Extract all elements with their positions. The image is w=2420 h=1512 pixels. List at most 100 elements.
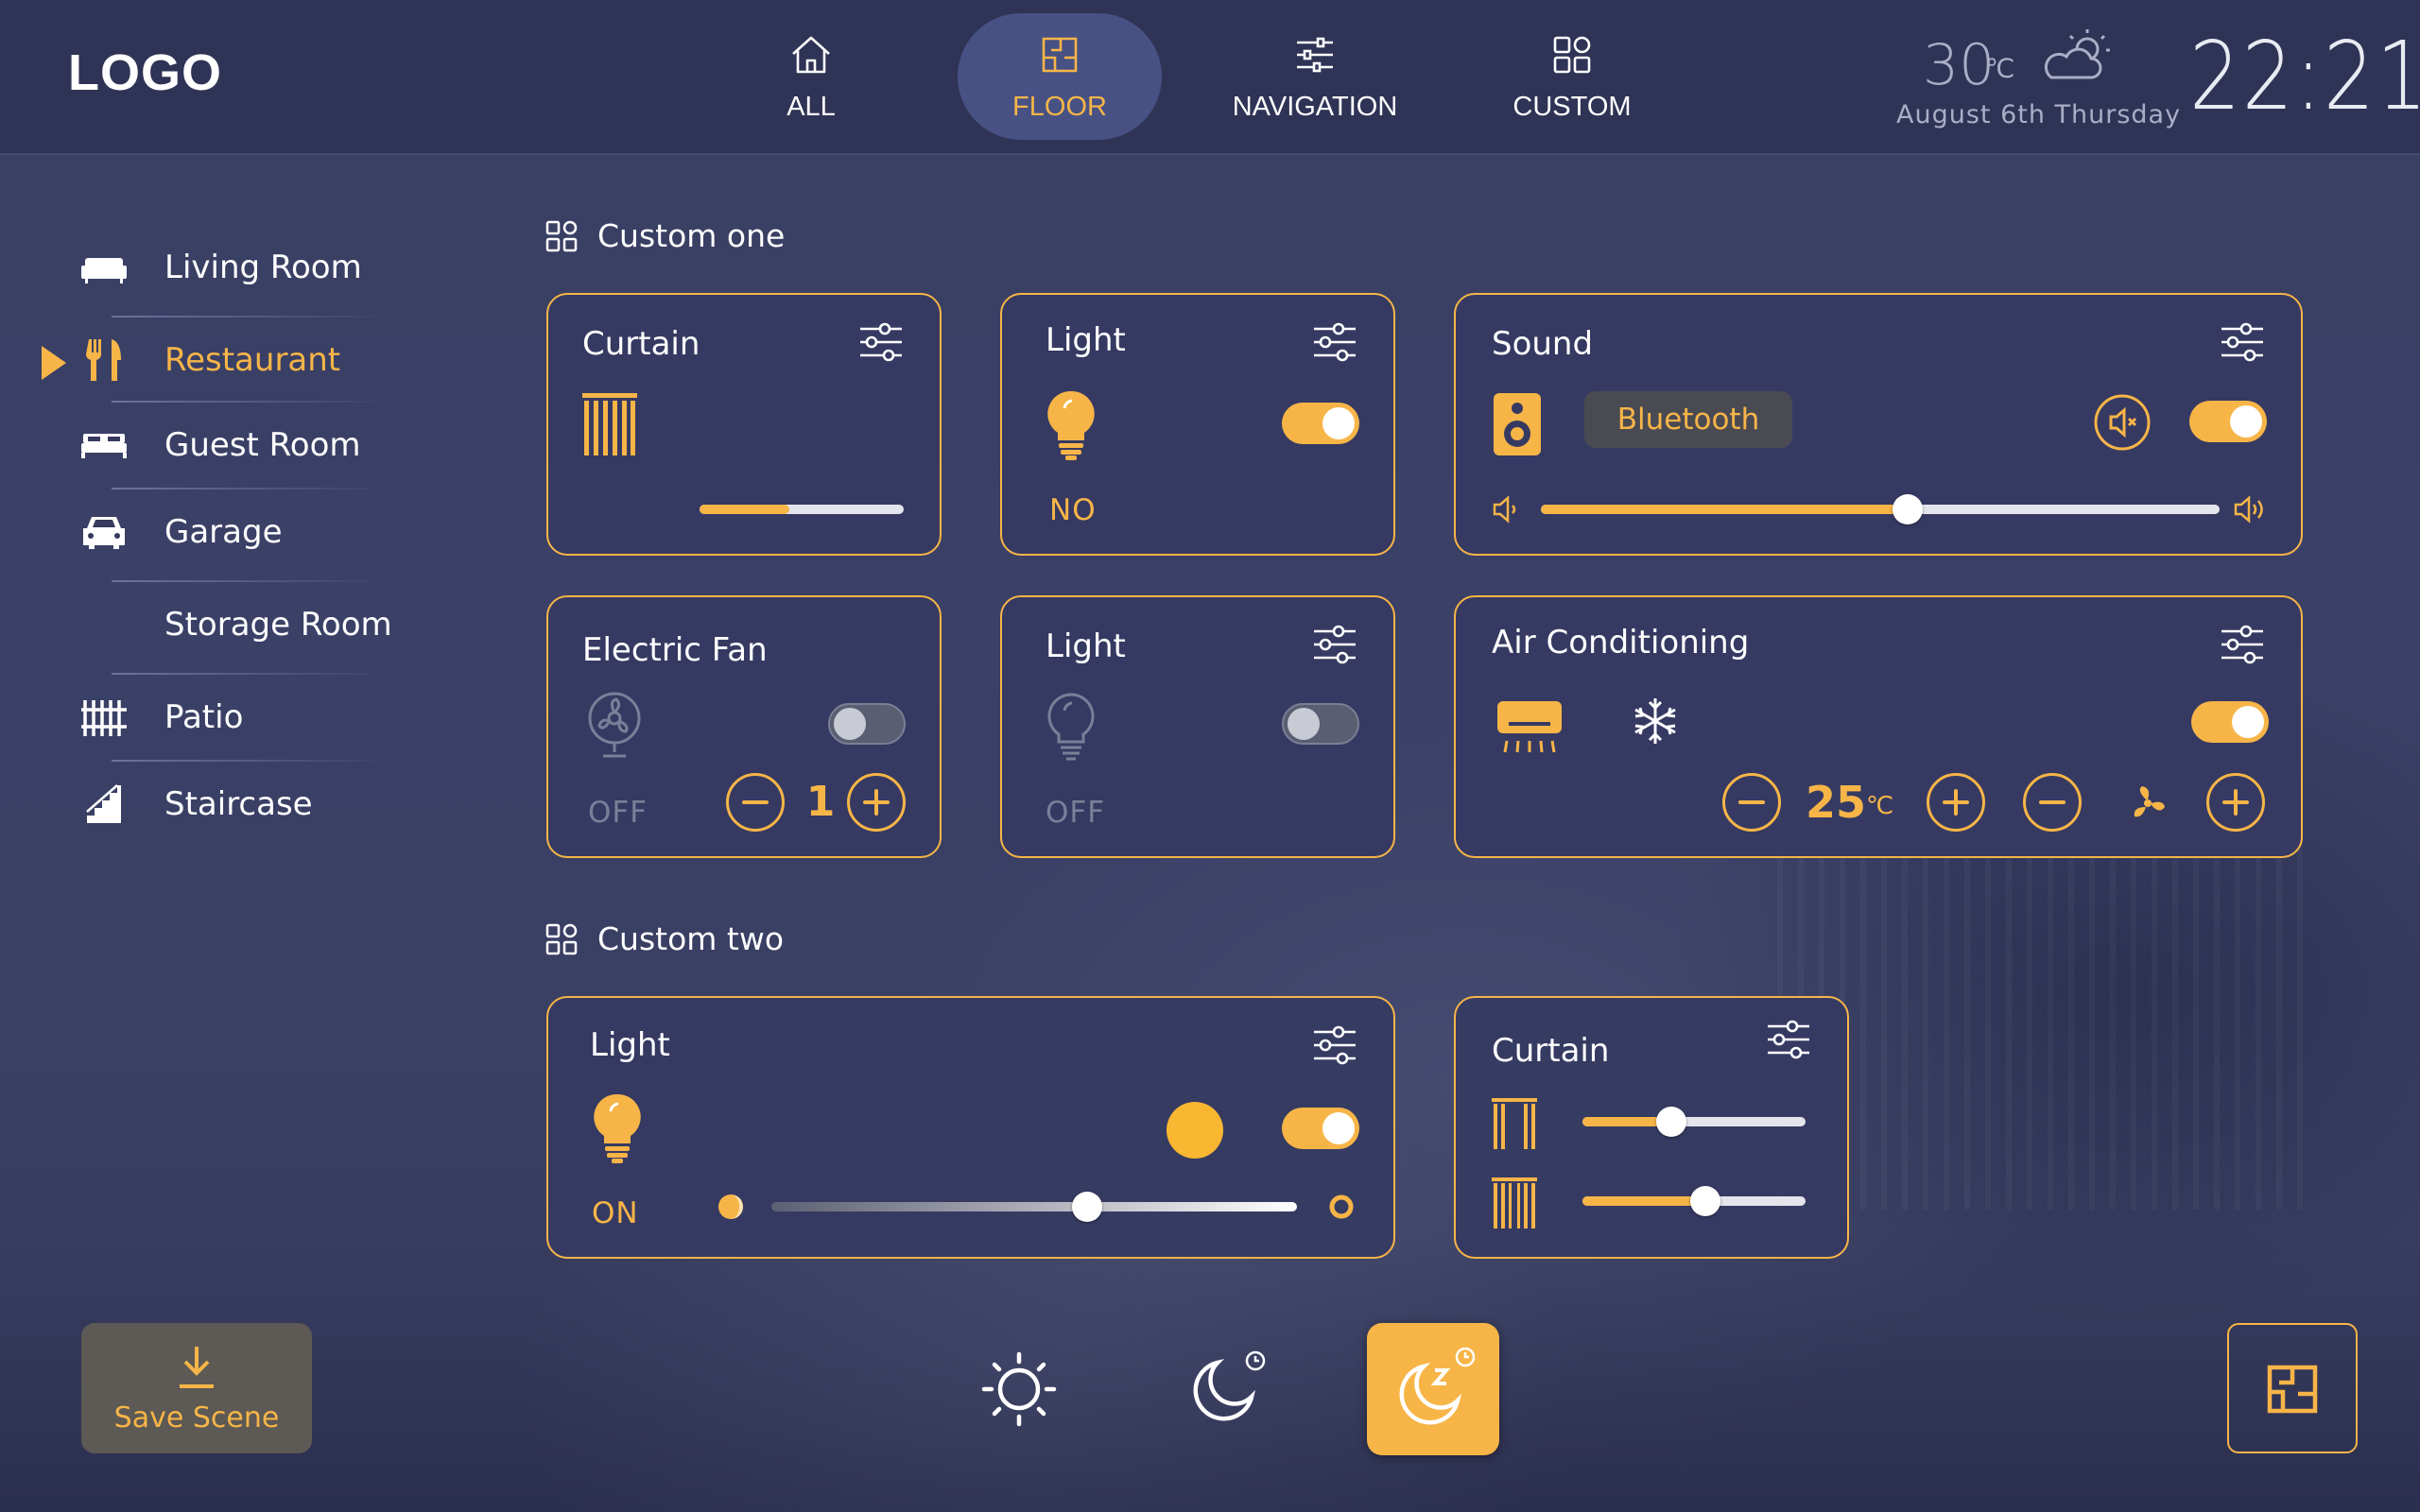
fan-speed-value: 1 xyxy=(805,778,836,826)
home-icon xyxy=(792,36,830,73)
settings-sliders-icon[interactable] xyxy=(1764,1017,1813,1062)
brightness-slider[interactable] xyxy=(771,1192,1297,1222)
volume-high-icon xyxy=(2234,495,2263,524)
slider-knob[interactable] xyxy=(1656,1107,1687,1137)
ac-fan-increase-button[interactable] xyxy=(2206,773,2265,832)
tab-floor[interactable]: FLOOR xyxy=(958,13,1162,140)
settings-sliders-icon[interactable] xyxy=(2218,622,2267,667)
light-state: ON xyxy=(592,1196,639,1230)
sidebar-item-storage-room[interactable]: Storage Room xyxy=(76,592,397,658)
sidebar-divider xyxy=(112,673,372,675)
ac-temperature-value: 25 xyxy=(1806,777,1867,828)
fork-knife-icon xyxy=(85,339,121,381)
light-state: NO xyxy=(1049,493,1097,527)
light-toggle[interactable] xyxy=(1282,403,1359,444)
settings-sliders-icon[interactable] xyxy=(856,319,906,365)
sidebar-item-label: Guest Room xyxy=(164,426,361,464)
slider-knob[interactable] xyxy=(1071,1192,1102,1222)
sleep-moon-icon xyxy=(1399,1347,1476,1425)
scene-sleep-button[interactable] xyxy=(1367,1323,1499,1455)
grid-icon xyxy=(545,923,578,954)
settings-sliders-icon[interactable] xyxy=(2218,319,2267,365)
slider-fill xyxy=(1541,505,1908,514)
light-card[interactable]: Light OFF xyxy=(1000,595,1395,858)
brightness-high-icon xyxy=(1329,1194,1354,1219)
section-label: Custom one xyxy=(597,217,786,254)
scene-day-button[interactable] xyxy=(953,1323,1085,1455)
ac-power-toggle[interactable] xyxy=(2191,701,2269,743)
fan-speed-increase-button[interactable] xyxy=(847,773,906,832)
settings-sliders-icon[interactable] xyxy=(1310,1022,1359,1068)
sofa-icon xyxy=(81,258,127,284)
sidebar-item-label: Staircase xyxy=(164,785,313,823)
card-title: Light xyxy=(1046,627,1126,665)
sheer-curtain-slider[interactable] xyxy=(1582,1107,1806,1137)
curtain-dual-card[interactable]: Curtain xyxy=(1454,996,1849,1259)
card-title: Air Conditioning xyxy=(1492,624,1750,662)
light-card[interactable]: Light NO xyxy=(1000,293,1395,556)
sidebar-item-restaurant[interactable]: Restaurant xyxy=(76,327,397,393)
volume-low-icon xyxy=(1493,495,1516,524)
sidebar-item-guest-room[interactable]: Guest Room xyxy=(76,412,397,478)
fan-state: OFF xyxy=(588,796,648,830)
sidebar-item-label: Living Room xyxy=(164,249,362,286)
slider-knob[interactable] xyxy=(1689,1186,1720,1216)
curtain-card[interactable]: Curtain xyxy=(546,293,942,556)
card-title: Electric Fan xyxy=(582,631,768,669)
tab-custom[interactable]: CUSTOM xyxy=(1470,13,1674,140)
light-color-swatch[interactable] xyxy=(1167,1102,1223,1159)
light-state: OFF xyxy=(1046,796,1106,830)
bluetooth-source-badge[interactable]: Bluetooth xyxy=(1584,391,1792,448)
sheer-curtain-icon xyxy=(1492,1098,1537,1149)
ac-fan-decrease-button[interactable] xyxy=(2023,773,2082,832)
sidebar-item-living-room[interactable]: Living Room xyxy=(76,234,397,301)
light-toggle[interactable] xyxy=(1282,1108,1359,1149)
floorplan-button[interactable] xyxy=(2227,1323,2358,1453)
mute-icon[interactable] xyxy=(2093,393,2152,452)
sound-card[interactable]: Sound Bluetooth xyxy=(1454,293,2303,556)
volume-slider[interactable] xyxy=(1541,494,2220,524)
sun-icon xyxy=(981,1351,1057,1427)
fan-toggle[interactable] xyxy=(828,703,906,745)
ac-temp-decrease-button[interactable] xyxy=(1722,773,1781,832)
tab-navigation[interactable]: NAVIGATION xyxy=(1213,13,1417,140)
air-conditioning-card[interactable]: Air Conditioning 25 ℃ xyxy=(1454,595,2303,858)
sidebar-item-label: Storage Room xyxy=(164,606,392,644)
curtain-slider[interactable] xyxy=(700,505,904,514)
fan-speed-icon xyxy=(2134,786,2165,817)
tab-all[interactable]: ALL xyxy=(709,13,913,140)
fence-icon xyxy=(81,700,127,736)
dimmable-light-card[interactable]: Light ON xyxy=(546,996,1395,1259)
tab-label: CUSTOM xyxy=(1512,91,1632,122)
grid-icon xyxy=(1553,36,1591,73)
ac-temp-increase-button[interactable] xyxy=(1927,773,1985,832)
sidebar-divider xyxy=(112,580,372,582)
electric-fan-card[interactable]: Electric Fan OFF 1 xyxy=(546,595,942,858)
section-title-custom-two: Custom two xyxy=(544,920,784,957)
fan-icon xyxy=(588,692,641,758)
card-title: Light xyxy=(590,1026,670,1064)
sidebar-item-patio[interactable]: Patio xyxy=(76,684,397,750)
slider-knob[interactable] xyxy=(1892,494,1923,524)
card-title: Light xyxy=(1046,321,1126,359)
settings-sliders-icon[interactable] xyxy=(1310,622,1359,667)
save-scene-button[interactable]: Save Scene xyxy=(81,1323,312,1453)
temperature-unit: ℃ xyxy=(1985,53,2015,84)
lightbulb-icon xyxy=(1047,390,1095,460)
slider-fill xyxy=(1582,1196,1705,1206)
blackout-curtain-slider[interactable] xyxy=(1582,1186,1806,1216)
light-toggle[interactable] xyxy=(1282,703,1359,745)
tab-label: FLOOR xyxy=(1012,91,1107,122)
grid-icon xyxy=(545,220,578,251)
fan-speed-decrease-button[interactable] xyxy=(726,773,785,832)
settings-sliders-icon[interactable] xyxy=(1310,319,1359,365)
save-scene-label: Save Scene xyxy=(113,1400,280,1435)
logo: LOGO xyxy=(68,44,222,101)
active-indicator-arrow xyxy=(42,346,66,380)
sidebar-item-garage[interactable]: Garage xyxy=(76,499,397,565)
sound-toggle[interactable] xyxy=(2189,401,2267,442)
scene-night-button[interactable] xyxy=(1161,1323,1293,1455)
top-bar: LOGO ALL FLOOR NAVIGATION CUSTOM 30 ℃ Au… xyxy=(0,0,2420,155)
sidebar-divider xyxy=(112,401,372,403)
sidebar-item-staircase[interactable]: Staircase xyxy=(76,771,397,837)
